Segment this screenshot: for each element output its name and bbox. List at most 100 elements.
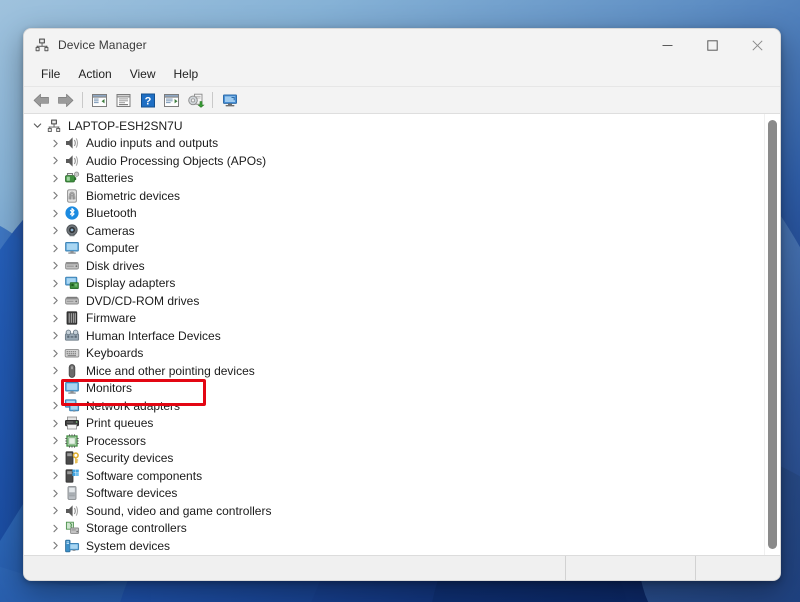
tree-item-label: Audio inputs and outputs: [86, 136, 219, 151]
chevron-right-icon[interactable]: [48, 209, 62, 218]
processor-icon: [64, 433, 80, 449]
action-pane-icon: [164, 93, 179, 107]
show-hide-action-pane-button[interactable]: [160, 89, 183, 111]
chevron-down-icon[interactable]: [30, 121, 44, 130]
back-arrow-icon: [33, 93, 49, 107]
tree-item-biometric-devices[interactable]: Biometric devices: [24, 187, 764, 205]
update-driver-button[interactable]: [184, 89, 207, 111]
close-button[interactable]: [735, 29, 780, 61]
chevron-right-icon[interactable]: [48, 349, 62, 358]
scrollbar-thumb[interactable]: [768, 120, 777, 549]
tree-item-firmware[interactable]: Firmware: [24, 310, 764, 328]
tree-item-cameras[interactable]: Cameras: [24, 222, 764, 240]
tree-item-sound-video-and-game-controllers[interactable]: Sound, video and game controllers: [24, 502, 764, 520]
tree-item-processors[interactable]: Processors: [24, 432, 764, 450]
update-driver-icon: [187, 93, 205, 108]
toolbar-separator: [82, 92, 83, 108]
chevron-right-icon[interactable]: [48, 384, 62, 393]
help-question-icon: ?: [140, 93, 155, 107]
tree-vertical-scrollbar[interactable]: [764, 114, 780, 555]
firmware-icon: [64, 310, 80, 326]
back-button[interactable]: [30, 89, 53, 111]
tree-item-software-components[interactable]: Software components: [24, 467, 764, 485]
tree-item-label: Cameras: [86, 223, 135, 238]
chevron-right-icon[interactable]: [48, 524, 62, 533]
tree-item-software-devices[interactable]: Software devices: [24, 485, 764, 503]
menu-file[interactable]: File: [32, 64, 69, 84]
tree-item-system-devices[interactable]: System devices: [24, 537, 764, 555]
fingerprint-icon: [64, 188, 80, 204]
tree-item-security-devices[interactable]: Security devices: [24, 450, 764, 468]
chevron-right-icon[interactable]: [48, 471, 62, 480]
chevron-right-icon[interactable]: [48, 314, 62, 323]
software-component-icon: [64, 468, 80, 484]
chevron-right-icon[interactable]: [48, 454, 62, 463]
device-tree[interactable]: LAPTOP-ESH2SN7U Audio inputs and outputs A…: [24, 114, 764, 555]
chevron-right-icon[interactable]: [48, 489, 62, 498]
menu-action[interactable]: Action: [69, 64, 120, 84]
tree-item-audio-inputs-and-outputs[interactable]: Audio inputs and outputs: [24, 135, 764, 153]
chevron-right-icon[interactable]: [48, 244, 62, 253]
computer-node-icon: [46, 118, 62, 134]
tree-item-label: Mice and other pointing devices: [86, 363, 255, 378]
disk-drive-icon: [64, 258, 80, 274]
tree-item-storage-controllers[interactable]: Storage controllers: [24, 520, 764, 538]
tree-item-audio-processing-objects-apos[interactable]: Audio Processing Objects (APOs): [24, 152, 764, 170]
minimize-button[interactable]: [645, 29, 690, 61]
chevron-right-icon[interactable]: [48, 156, 62, 165]
tree-item-label: Biometric devices: [86, 188, 181, 203]
properties-button[interactable]: [112, 89, 135, 111]
security-device-icon: [64, 450, 80, 466]
tree-item-label: Software components: [86, 468, 203, 483]
tree-item-mice-and-other-pointing-devices[interactable]: Mice and other pointing devices: [24, 362, 764, 380]
tree-item-label: Batteries: [86, 171, 134, 186]
tree-item-dvd-cd-rom-drives[interactable]: DVD/CD-ROM drives: [24, 292, 764, 310]
tree-root-node[interactable]: LAPTOP-ESH2SN7U: [24, 117, 764, 135]
tree-item-label: Display adapters: [86, 276, 176, 291]
chevron-right-icon[interactable]: [48, 401, 62, 410]
toolbar-separator: [212, 92, 213, 108]
chevron-right-icon[interactable]: [48, 261, 62, 270]
chevron-right-icon[interactable]: [48, 139, 62, 148]
chevron-right-icon[interactable]: [48, 226, 62, 235]
scan-hardware-changes-button[interactable]: [218, 89, 241, 111]
show-hide-console-tree-button[interactable]: [88, 89, 111, 111]
chevron-right-icon[interactable]: [48, 191, 62, 200]
properties-icon: [116, 93, 131, 107]
tree-item-keyboards[interactable]: Keyboards: [24, 345, 764, 363]
chevron-right-icon[interactable]: [48, 436, 62, 445]
status-pane-3: [696, 556, 780, 580]
tree-item-universal-serial-bus-controllers[interactable]: Universal Serial Bus controllers: [24, 555, 764, 556]
chevron-right-icon[interactable]: [48, 541, 62, 550]
tree-item-network-adapters[interactable]: Network adapters: [24, 397, 764, 415]
toolbar: ?: [24, 87, 780, 114]
tree-root-label: LAPTOP-ESH2SN7U: [68, 118, 183, 133]
forward-button[interactable]: [54, 89, 77, 111]
tree-item-display-adapters[interactable]: Display adapters: [24, 275, 764, 293]
chevron-right-icon[interactable]: [48, 296, 62, 305]
tree-item-batteries[interactable]: Batteries: [24, 170, 764, 188]
chevron-right-icon[interactable]: [48, 174, 62, 183]
chevron-right-icon[interactable]: [48, 279, 62, 288]
display-adapter-icon: [64, 275, 80, 291]
tree-item-bluetooth[interactable]: Bluetooth: [24, 205, 764, 223]
tree-item-print-queues[interactable]: Print queues: [24, 415, 764, 433]
chevron-right-icon[interactable]: [48, 506, 62, 515]
menu-view[interactable]: View: [121, 64, 165, 84]
menu-help[interactable]: Help: [165, 64, 208, 84]
minimize-icon: [662, 44, 673, 46]
close-icon: [752, 39, 763, 51]
chevron-right-icon[interactable]: [48, 331, 62, 340]
chevron-right-icon[interactable]: [48, 419, 62, 428]
title-bar[interactable]: Device Manager: [24, 29, 780, 61]
help-button[interactable]: ?: [136, 89, 159, 111]
tree-item-label: Human Interface Devices: [86, 328, 221, 343]
tree-item-human-interface-devices[interactable]: Human Interface Devices: [24, 327, 764, 345]
maximize-button[interactable]: [690, 29, 735, 61]
tree-item-label: Software devices: [86, 486, 178, 501]
tree-item-monitors[interactable]: Monitors: [24, 380, 764, 398]
tree-item-disk-drives[interactable]: Disk drives: [24, 257, 764, 275]
tree-item-label: Keyboards: [86, 346, 144, 361]
tree-item-computer[interactable]: Computer: [24, 240, 764, 258]
chevron-right-icon[interactable]: [48, 366, 62, 375]
